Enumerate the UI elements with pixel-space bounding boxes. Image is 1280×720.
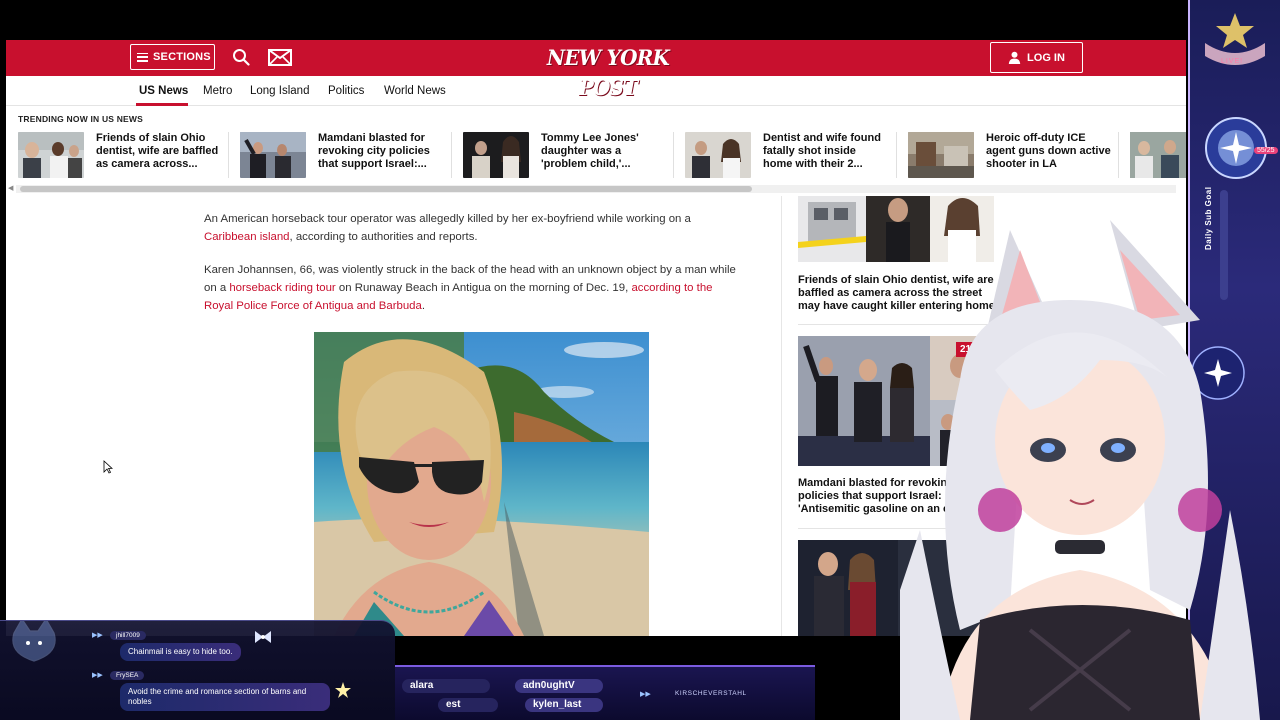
ticker-name: kylen_last xyxy=(525,698,603,712)
trending-headline[interactable]: Tommy Lee Jones' daughter was a 'problem… xyxy=(541,132,666,178)
trending-item[interactable]: Friends of slain Ohio dentist, wife are … xyxy=(18,132,221,178)
hamburger-icon xyxy=(137,52,148,62)
sidebar-story-image[interactable] xyxy=(798,196,994,262)
sub-goal-bar xyxy=(1220,190,1228,300)
stream-chat: ▶▶ jhill7009 Chainmail is easy to hide t… xyxy=(0,620,395,720)
site-logo[interactable]: NEW YORK POST xyxy=(532,43,684,100)
sidebar-divider xyxy=(798,528,998,529)
sections-label: SECTIONS xyxy=(153,51,211,63)
ticker-channel: KIRSCHEVERSTAHL xyxy=(675,690,747,697)
nav-politics[interactable]: Politics xyxy=(328,85,364,97)
article-photo xyxy=(314,332,649,636)
sections-button[interactable]: SECTIONS xyxy=(130,44,215,70)
star-orb-icon xyxy=(1191,346,1245,400)
browser-page: SECTIONS NEW YORK POST LOG IN US News Me… xyxy=(6,40,1186,636)
trending-headline[interactable]: Mamdani blasted for revoking city polici… xyxy=(318,132,443,178)
chat-arrow-icon: ▶▶ xyxy=(92,632,103,639)
trending-item[interactable]: Tommy Lee Jones' daughter was a 'problem… xyxy=(463,132,666,178)
article-body: An American horseback tour operator was … xyxy=(204,210,744,315)
paragraph-text: on Runaway Beach in Antigua on the morni… xyxy=(335,282,632,294)
star-icon xyxy=(335,682,351,698)
search-icon[interactable] xyxy=(232,48,250,66)
sub-goal-label: Daily Sub Goal xyxy=(1204,186,1213,250)
paragraph-text: An American horseback tour operator was … xyxy=(204,213,691,225)
chat-username: jhill7009 xyxy=(110,631,146,640)
bow-icon xyxy=(255,631,271,643)
trending-thumbnail-partial[interactable] xyxy=(1130,132,1186,178)
scroll-left-arrow[interactable]: ◀ xyxy=(8,184,13,192)
article-link[interactable]: Caribbean island xyxy=(204,231,290,243)
trending-divider xyxy=(896,132,897,178)
article-link[interactable]: horseback riding tour xyxy=(229,282,335,294)
login-button[interactable]: LOG IN xyxy=(990,42,1083,73)
trending-title: TRENDING NOW IN US NEWS xyxy=(18,114,144,124)
login-label: LOG IN xyxy=(1027,51,1065,64)
nav-us-news[interactable]: US News xyxy=(139,85,188,97)
article-paragraph: An American horseback tour operator was … xyxy=(204,210,744,246)
trending-headline[interactable]: Friends of slain Ohio dentist, wife are … xyxy=(96,132,221,178)
nav-world-news[interactable]: World News xyxy=(384,85,446,97)
site-header: SECTIONS NEW YORK POST LOG IN xyxy=(6,40,1186,100)
column-divider xyxy=(781,196,782,636)
cat-mascot-icon xyxy=(12,621,56,662)
nav-metro[interactable]: Metro xyxy=(203,85,232,97)
trending-scrollbar-thumb[interactable] xyxy=(20,186,752,192)
section-nav: US News Metro Long Island Politics World… xyxy=(6,76,1186,106)
trending-thumbnail xyxy=(463,132,529,178)
trending-thumbnail xyxy=(908,132,974,178)
article-paragraph: Karen Johannsen, 66, was violently struc… xyxy=(204,261,744,315)
sub-goal-count: 55/25 xyxy=(1254,147,1278,154)
sidebar-story-image[interactable] xyxy=(798,540,994,636)
stream-side-panel xyxy=(1188,0,1280,720)
trending-divider xyxy=(451,132,452,178)
trending-divider xyxy=(228,132,229,178)
ticker-name: adn0ughtV xyxy=(515,679,603,693)
comment-count-badge[interactable]: 21,96 xyxy=(956,342,990,357)
live-indicator: LIVE! xyxy=(1221,58,1244,65)
ticker-name: alara xyxy=(402,679,490,693)
user-icon xyxy=(1008,51,1021,64)
mail-icon[interactable] xyxy=(268,49,292,66)
trending-headline[interactable]: Dentist and wife found fatally shot insi… xyxy=(763,132,888,178)
sidebar-divider xyxy=(798,324,998,325)
sidebar-headline[interactable]: Friends of slain Ohio dentist, wife are … xyxy=(798,274,996,313)
chat-message: Chainmail is easy to hide too. xyxy=(120,643,241,661)
trending-strip: TRENDING NOW IN US NEWS Friends of slain… xyxy=(6,107,1186,197)
paragraph-text: . xyxy=(421,300,425,312)
sidebar-headline[interactable]: Mamdani blasted for revoking city polici… xyxy=(798,477,996,516)
trending-divider xyxy=(1118,132,1119,178)
ticker-arrow-icon: ▶▶ xyxy=(640,691,651,698)
trending-item[interactable]: Mamdani blasted for revoking city polici… xyxy=(240,132,443,178)
chat-username: FrySEA xyxy=(110,671,145,680)
nav-long-island[interactable]: Long Island xyxy=(250,85,309,97)
trending-headline[interactable]: Heroic off-duty ICE agent guns down acti… xyxy=(986,132,1111,178)
trending-item[interactable]: Heroic off-duty ICE agent guns down acti… xyxy=(908,132,1111,178)
ticker-name: est xyxy=(438,698,498,712)
paragraph-text: , according to authorities and reports. xyxy=(289,231,478,243)
chat-message: Avoid the crime and romance section of b… xyxy=(120,683,330,711)
mouse-cursor-icon xyxy=(103,460,113,474)
trending-thumbnail xyxy=(240,132,306,178)
trending-thumbnail xyxy=(685,132,751,178)
trending-item[interactable]: Dentist and wife found fatally shot insi… xyxy=(685,132,888,178)
trending-divider xyxy=(673,132,674,178)
trending-thumbnail xyxy=(18,132,84,178)
active-nav-indicator xyxy=(136,103,188,106)
screen: SECTIONS NEW YORK POST LOG IN US News Me… xyxy=(0,0,1280,720)
chat-arrow-icon: ▶▶ xyxy=(92,672,103,679)
